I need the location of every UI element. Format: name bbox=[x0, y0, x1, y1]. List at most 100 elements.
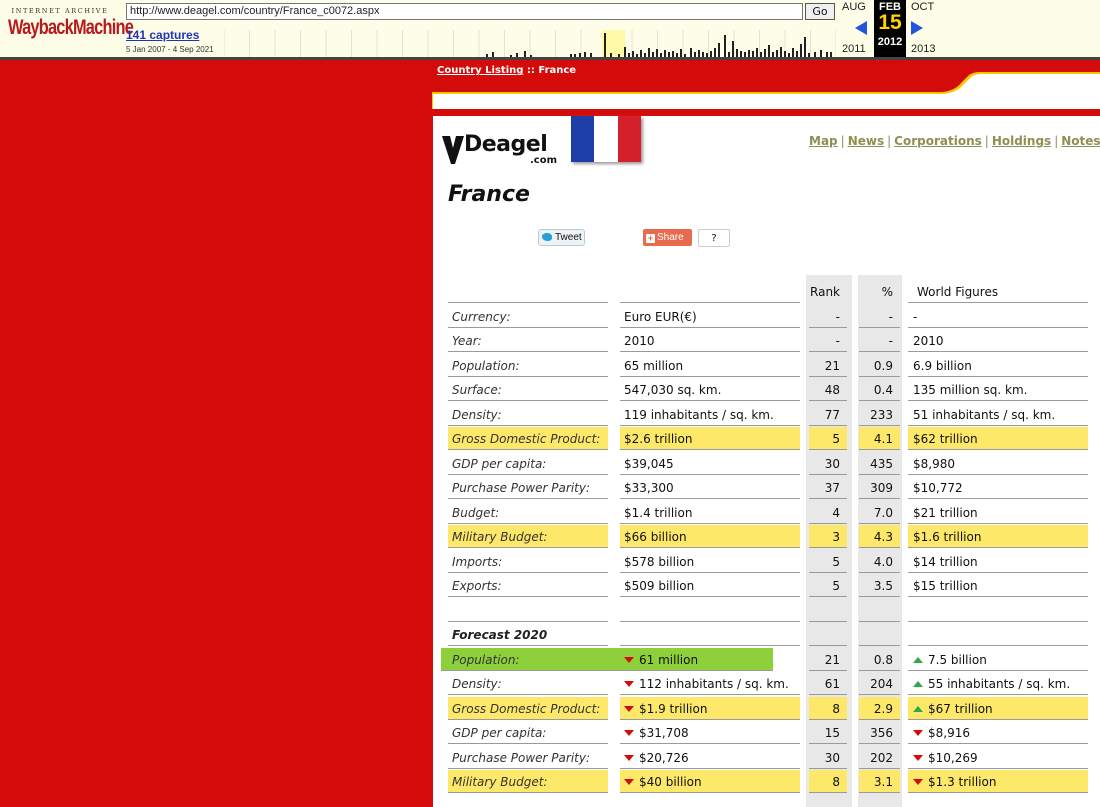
nav-notes-link[interactable]: Notes bbox=[1061, 134, 1100, 148]
capture-bar bbox=[644, 53, 646, 57]
forecast-rank: 8 bbox=[809, 697, 847, 720]
nav-map-link[interactable]: Map bbox=[809, 134, 838, 148]
next-capture-arrow-icon[interactable] bbox=[911, 21, 923, 35]
prev-capture-arrow-icon[interactable] bbox=[855, 21, 867, 35]
tweet-label: Tweet bbox=[555, 232, 582, 243]
header-pct-text: % bbox=[881, 285, 893, 299]
row-value-text: 2010 bbox=[624, 334, 655, 348]
capture-bar bbox=[648, 48, 650, 57]
capture-bar bbox=[698, 50, 700, 57]
go-button[interactable]: Go bbox=[805, 3, 835, 20]
capture-bar bbox=[672, 51, 674, 57]
prev-month[interactable]: AUG bbox=[842, 1, 866, 13]
row-rank-text: 4 bbox=[832, 506, 840, 520]
forecast-pct-text: 2.9 bbox=[873, 702, 893, 716]
down-arrow-icon bbox=[913, 755, 923, 761]
url-input[interactable]: http://www.deagel.com/country/France_c00… bbox=[126, 3, 803, 20]
row-pct: 0.9 bbox=[859, 354, 900, 377]
row-world: $21 trillion bbox=[908, 501, 1088, 524]
down-arrow-icon bbox=[913, 779, 923, 785]
forecast-label-text: Population: bbox=[452, 653, 520, 667]
wayback-logo[interactable]: INTERNET ARCHIVE WaybackMachine bbox=[8, 7, 134, 40]
table-row: Military Budget: $40 billion 8 3.1 $1.3 tril… bbox=[448, 770, 1088, 794]
forecast-value-text: $20,726 bbox=[639, 751, 689, 765]
capture-range: 5 Jan 2007 - 4 Sep 2021 bbox=[126, 45, 214, 54]
next-year[interactable]: 2013 bbox=[911, 43, 935, 55]
forecast-value-text: $1.9 trillion bbox=[639, 702, 708, 716]
spacer-cell bbox=[620, 599, 800, 622]
captures-link[interactable]: 141 captures bbox=[126, 28, 199, 42]
forecast-world-text: $10,269 bbox=[928, 751, 978, 765]
table-row: GDP per capita: $39,045 30 435 $8,980 bbox=[448, 452, 1088, 476]
forecast-pct: 0.8 bbox=[859, 648, 900, 671]
row-value-text: 547,030 sq. km. bbox=[624, 383, 722, 397]
forecast-value-text: 112 inhabitants / sq. km. bbox=[639, 677, 789, 691]
capture-sparkline[interactable] bbox=[224, 30, 836, 57]
row-world-text: $15 trillion bbox=[913, 579, 978, 593]
row-world: $8,980 bbox=[908, 452, 1088, 475]
capture-bar bbox=[604, 33, 606, 57]
header-blank bbox=[448, 280, 608, 303]
forecast-pct: 202 bbox=[859, 746, 900, 769]
flag-blue bbox=[571, 116, 595, 162]
forecast-rank: 21 bbox=[809, 648, 847, 671]
capture-bar bbox=[776, 50, 778, 57]
share-help-button[interactable]: ? bbox=[698, 229, 730, 247]
capture-bar bbox=[524, 51, 526, 57]
spacer-cell bbox=[809, 599, 847, 622]
row-label-text: Gross Domestic Product: bbox=[452, 432, 601, 446]
nav-holdings-link[interactable]: Holdings bbox=[992, 134, 1051, 148]
row-pct-text: 0.9 bbox=[873, 359, 893, 373]
next-month[interactable]: OCT bbox=[911, 1, 934, 13]
row-rank-text: 5 bbox=[832, 555, 840, 569]
forecast-pct-text: 356 bbox=[870, 726, 893, 740]
row-label: Density: bbox=[448, 403, 608, 426]
capture-bar bbox=[636, 54, 638, 57]
row-pct: 4.3 bbox=[859, 525, 900, 548]
row-label-text: Population: bbox=[452, 359, 520, 373]
forecast-value-text: $40 billion bbox=[639, 775, 702, 789]
row-label-text: Imports: bbox=[452, 555, 503, 569]
tweet-button[interactable]: Tweet bbox=[538, 229, 585, 246]
row-pct: 309 bbox=[859, 476, 900, 499]
table-row: GDP per capita: $31,708 15 356 $8,916 bbox=[448, 721, 1088, 745]
share-button[interactable]: + Share bbox=[643, 229, 692, 246]
table-row bbox=[448, 599, 1088, 623]
capture-bar bbox=[570, 54, 572, 57]
capture-bar bbox=[492, 52, 494, 57]
down-arrow-icon bbox=[624, 779, 634, 785]
forecast-rank-text: 21 bbox=[824, 653, 840, 667]
row-label: Gross Domestic Product: bbox=[448, 427, 608, 450]
header-blank bbox=[620, 280, 800, 303]
row-world-text: $21 trillion bbox=[913, 506, 978, 520]
row-rank: 37 bbox=[809, 476, 847, 499]
row-rank: 4 bbox=[809, 501, 847, 524]
table-row: Exports: $509 billion 5 3.5 $15 trillion bbox=[448, 574, 1088, 598]
row-world: 51 inhabitants / sq. km. bbox=[908, 403, 1088, 426]
spacer-cell bbox=[908, 623, 1088, 646]
row-rank: 5 bbox=[809, 550, 847, 573]
row-world: $15 trillion bbox=[908, 574, 1088, 597]
row-pct-text: 3.5 bbox=[873, 579, 893, 593]
row-label-text: Surface: bbox=[452, 383, 502, 397]
nav-news-link[interactable]: News bbox=[848, 134, 884, 148]
capture-bar bbox=[628, 53, 630, 57]
row-label-text: Year: bbox=[452, 334, 482, 348]
nav-corporations-link[interactable]: Corporations bbox=[894, 134, 982, 148]
france-flag bbox=[571, 116, 641, 162]
up-arrow-icon bbox=[913, 706, 923, 712]
row-label-text: Purchase Power Parity: bbox=[452, 481, 591, 495]
row-value-text: $509 billion bbox=[624, 579, 695, 593]
forecast-title: Forecast 2020 bbox=[448, 623, 608, 646]
spacer-cell bbox=[908, 599, 1088, 622]
table-row: Gross Domestic Product: $1.9 trillion 8 2.9… bbox=[448, 697, 1088, 721]
row-value: 2010 bbox=[620, 329, 800, 352]
row-world: 135 million sq. km. bbox=[908, 378, 1088, 401]
row-pct-text: 233 bbox=[870, 408, 893, 422]
row-world-text: 6.9 billion bbox=[913, 359, 972, 373]
prev-year[interactable]: 2011 bbox=[842, 43, 866, 55]
forecast-rank: 8 bbox=[809, 770, 847, 793]
table-row: Forecast 2020 bbox=[448, 623, 1088, 647]
forecast-value: $40 billion bbox=[620, 770, 800, 793]
forecast-rank-text: 8 bbox=[832, 702, 840, 716]
